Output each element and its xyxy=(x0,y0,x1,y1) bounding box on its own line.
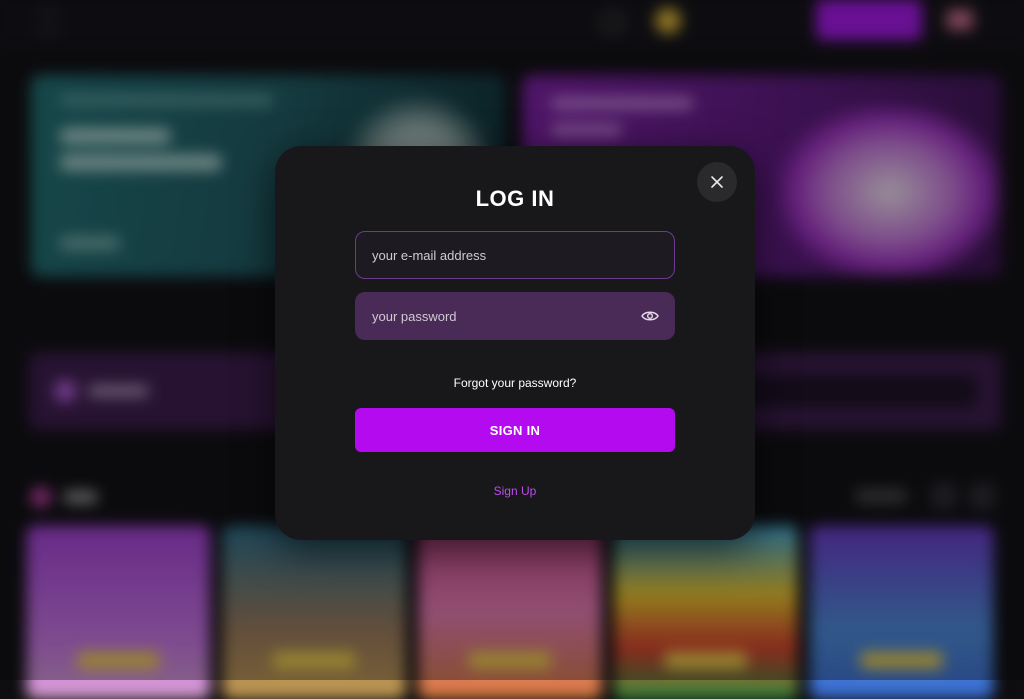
show-password-toggle[interactable] xyxy=(637,306,663,326)
eye-icon xyxy=(641,311,659,321)
forgot-password-link[interactable]: Forgot your password? xyxy=(275,376,755,390)
modal-title: LOG IN xyxy=(475,186,555,211)
sign-in-button[interactable]: SIGN IN xyxy=(355,408,675,452)
sign-up-link[interactable]: Sign Up xyxy=(275,484,755,498)
password-field[interactable] xyxy=(355,292,675,340)
login-modal: LOG IN Forgot your password? SIGN IN Sig… xyxy=(275,146,755,540)
email-field[interactable] xyxy=(355,231,675,279)
